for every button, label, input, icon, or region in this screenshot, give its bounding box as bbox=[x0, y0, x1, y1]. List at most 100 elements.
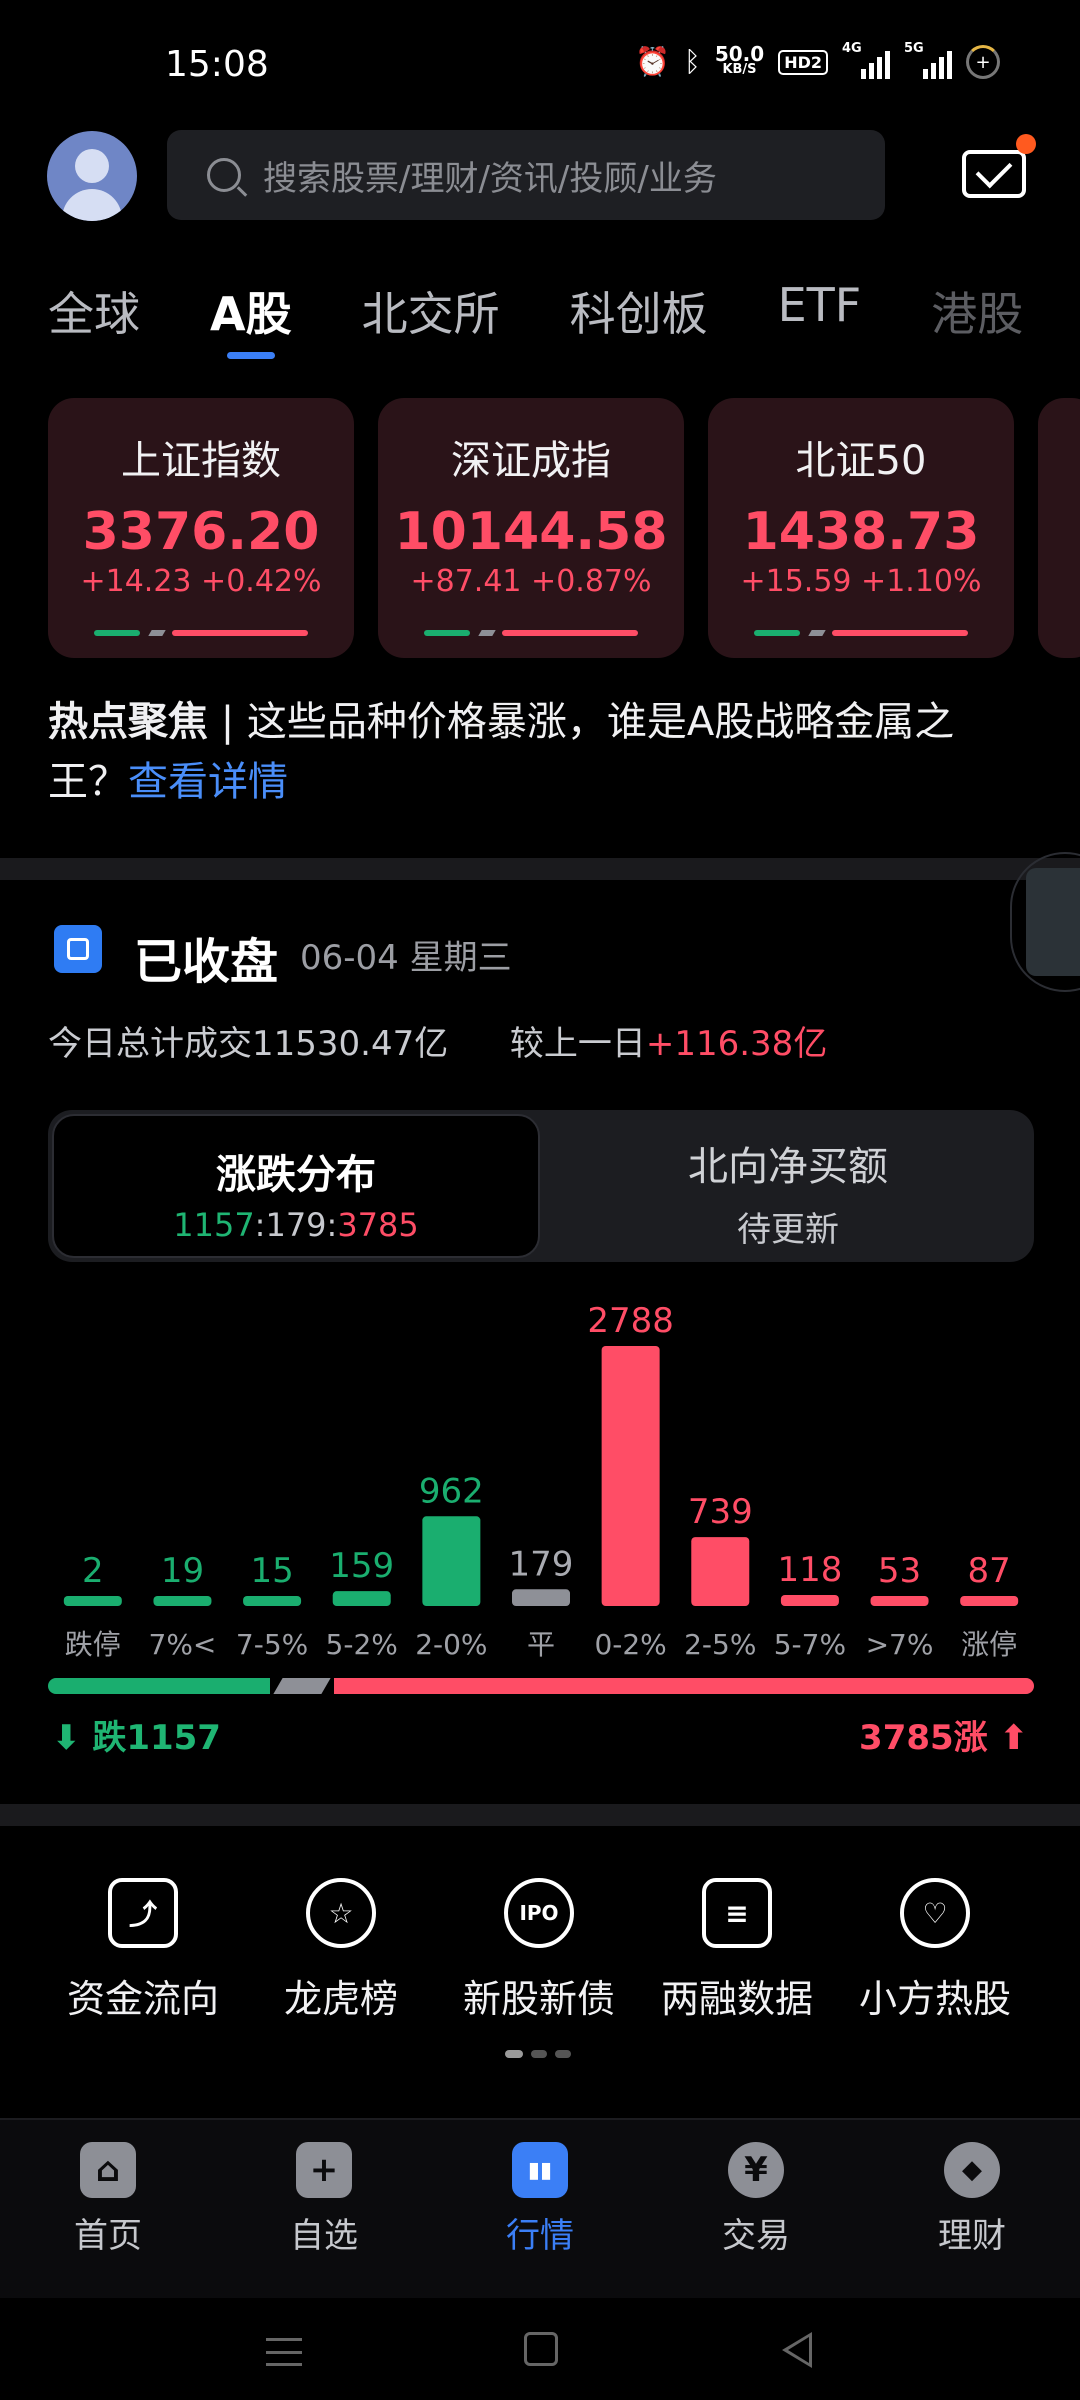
shortcut-fund-flow[interactable]: ⤴ 资金流向 bbox=[44, 1878, 242, 2023]
nav-watchlist[interactable]: + 自选 bbox=[216, 2120, 432, 2298]
market-chart-icon: ▮▮ bbox=[512, 2142, 568, 2198]
status-icons: ⏰ ᛒ 50.0 KB/S HD2 4G 5G + bbox=[635, 41, 1000, 80]
net-speed: 50.0 KB/S bbox=[714, 42, 765, 77]
index-card-bse50[interactable]: 北证50 1438.73 +15.59 +1.10% bbox=[708, 398, 1014, 658]
avatar[interactable] bbox=[47, 131, 137, 221]
market-status-icon bbox=[54, 925, 102, 973]
search-icon bbox=[207, 158, 241, 192]
view-details-link[interactable]: 查看详情 bbox=[128, 759, 288, 805]
home-icon: ⌂ bbox=[80, 2142, 136, 2198]
margin-data-icon: ≡ bbox=[702, 1878, 772, 1948]
bar-7 bbox=[691, 1537, 750, 1606]
index-name: 深证成指 bbox=[451, 438, 611, 484]
seg-right-value: 待更新 bbox=[737, 1210, 839, 1250]
ipo-icon: IPO bbox=[504, 1878, 574, 1948]
bar-6 bbox=[601, 1346, 660, 1606]
category-label: 2-5% bbox=[684, 1628, 756, 1661]
tab-global[interactable]: 全球 bbox=[48, 278, 140, 344]
system-gesture-bar bbox=[0, 2300, 1080, 2400]
search-input[interactable]: 搜索股票/理财/资讯/投顾/业务 bbox=[167, 130, 885, 220]
bar-value-label: 962 bbox=[419, 1471, 484, 1511]
up-total: 3785涨 ⬆ bbox=[859, 1718, 1028, 1758]
rise-fall-proportion-bar bbox=[48, 1678, 1034, 1694]
home-button-icon[interactable] bbox=[524, 2332, 558, 2366]
shortcut-dragon-tiger[interactable]: ☆ 龙虎榜 bbox=[242, 1878, 440, 2023]
message-mail-icon[interactable] bbox=[962, 134, 1036, 198]
category-label: >7% bbox=[866, 1628, 934, 1661]
bar-8 bbox=[780, 1594, 839, 1606]
fund-flow-icon: ⤴ bbox=[108, 1878, 178, 1948]
search-placeholder: 搜索股票/理财/资讯/投顾/业务 bbox=[263, 158, 717, 199]
rise-fall-bar-chart: 2 跌停 19 7%< 15 7-5% 159 5-2% 962 2-0% 179 平 2788 0-2%… bbox=[63, 1301, 1019, 1661]
hot-stock-icon: ♡ bbox=[900, 1878, 970, 1948]
trade-yen-icon: ¥ bbox=[728, 2142, 784, 2198]
category-label: 2-0% bbox=[415, 1628, 487, 1661]
tab-etf[interactable]: ETF bbox=[778, 278, 862, 344]
proportion-down bbox=[48, 1678, 270, 1694]
bar-value-label: 159 bbox=[329, 1546, 394, 1586]
breadth-bar bbox=[94, 630, 308, 636]
bar-value-label: 118 bbox=[777, 1550, 842, 1590]
status-time: 15:08 bbox=[165, 44, 269, 85]
index-card-sse[interactable]: 上证指数 3376.20 +14.23 +0.42% bbox=[48, 398, 354, 658]
floating-search-button[interactable] bbox=[1010, 852, 1080, 992]
category-label: 7%< bbox=[149, 1628, 217, 1661]
dragon-tiger-icon: ☆ bbox=[306, 1878, 376, 1948]
hot-news-headline[interactable]: 热点聚焦 | 这些品种价格暴涨，谁是A股战略金属之王？查看详情 bbox=[48, 692, 1008, 812]
bar-0 bbox=[63, 1596, 122, 1606]
index-card-next[interactable] bbox=[1038, 398, 1080, 658]
bar-value-label: 53 bbox=[878, 1551, 921, 1591]
index-card-szse[interactable]: 深证成指 10144.58 +87.41 +0.87% bbox=[378, 398, 684, 658]
category-label: 跌停 bbox=[65, 1628, 121, 1661]
category-label: 0-2% bbox=[594, 1628, 666, 1661]
bar-value-label: 19 bbox=[161, 1551, 204, 1591]
index-value: 1438.73 bbox=[742, 502, 980, 562]
index-value: 3376.20 bbox=[82, 502, 320, 562]
index-name: 上证指数 bbox=[121, 438, 281, 484]
watchlist-add-icon: + bbox=[296, 2142, 352, 2198]
bar-value-label: 15 bbox=[250, 1551, 293, 1591]
nav-trade[interactable]: ¥ 交易 bbox=[648, 2120, 864, 2298]
recent-apps-icon[interactable] bbox=[266, 2338, 302, 2366]
category-label: 7-5% bbox=[236, 1628, 308, 1661]
nav-home[interactable]: ⌂ 首页 bbox=[0, 2120, 216, 2298]
tab-bse[interactable]: 北交所 bbox=[362, 278, 500, 344]
shortcut-margin-data[interactable]: ≡ 两融数据 bbox=[638, 1878, 836, 2023]
tab-star-market[interactable]: 科创板 bbox=[570, 278, 708, 344]
breadth-bar bbox=[424, 630, 638, 636]
bar-10 bbox=[960, 1596, 1019, 1606]
proportion-up bbox=[334, 1678, 1034, 1694]
bottom-navigation: ⌂ 首页 + 自选 ▮▮ 行情 ¥ 交易 ◆ 理财 bbox=[0, 2118, 1080, 2298]
index-change: +15.59 +1.10% bbox=[740, 564, 982, 599]
tab-hk-shares[interactable]: 港股 bbox=[931, 278, 1023, 344]
nav-wealth[interactable]: ◆ 理财 bbox=[864, 2120, 1080, 2298]
back-icon[interactable] bbox=[782, 2332, 812, 2368]
turnover-total: 今日总计成交11530.47亿 bbox=[48, 1024, 449, 1064]
tab-rise-fall-distribution[interactable]: 涨跌分布 1157:179:3785 bbox=[52, 1114, 540, 1258]
tab-northbound-net-buy[interactable]: 北向净买额 待更新 bbox=[568, 1134, 1008, 1251]
headline-tag: 热点聚焦 bbox=[48, 699, 208, 745]
signal-4g-icon: 4G bbox=[842, 41, 890, 79]
bluetooth-icon: ᛒ bbox=[684, 45, 701, 78]
shortcut-grid: ⤴ 资金流向 ☆ 龙虎榜 IPO 新股新债 ≡ 两融数据 ♡ 小方热股 bbox=[0, 1878, 1080, 2023]
wealth-diamond-icon: ◆ bbox=[944, 2142, 1000, 2198]
bar-value-label: 2 bbox=[82, 1551, 104, 1591]
bar-9 bbox=[870, 1596, 929, 1606]
bar-2 bbox=[243, 1596, 302, 1606]
shortcut-ipo[interactable]: IPO 新股新债 bbox=[440, 1878, 638, 2023]
category-label: 涨停 bbox=[961, 1628, 1017, 1661]
market-tabs: 全球 A股 北交所 科创板 ETF 港股 bbox=[48, 278, 1080, 359]
hd-badge: HD2 bbox=[778, 49, 828, 75]
bar-3 bbox=[332, 1591, 391, 1606]
proportion-flat bbox=[273, 1678, 331, 1694]
battery-icon: + bbox=[966, 45, 1000, 79]
tab-a-shares[interactable]: A股 bbox=[210, 278, 292, 359]
category-label: 5-2% bbox=[326, 1628, 398, 1661]
category-label: 5-7% bbox=[774, 1628, 846, 1661]
index-change: +87.41 +0.87% bbox=[410, 564, 652, 599]
shortcut-hot-stock[interactable]: ♡ 小方热股 bbox=[836, 1878, 1034, 2023]
bar-1 bbox=[153, 1596, 212, 1606]
seg-left-title: 涨跌分布 bbox=[216, 1152, 376, 1198]
breadth-bar bbox=[754, 630, 968, 636]
nav-market[interactable]: ▮▮ 行情 bbox=[432, 2120, 648, 2298]
